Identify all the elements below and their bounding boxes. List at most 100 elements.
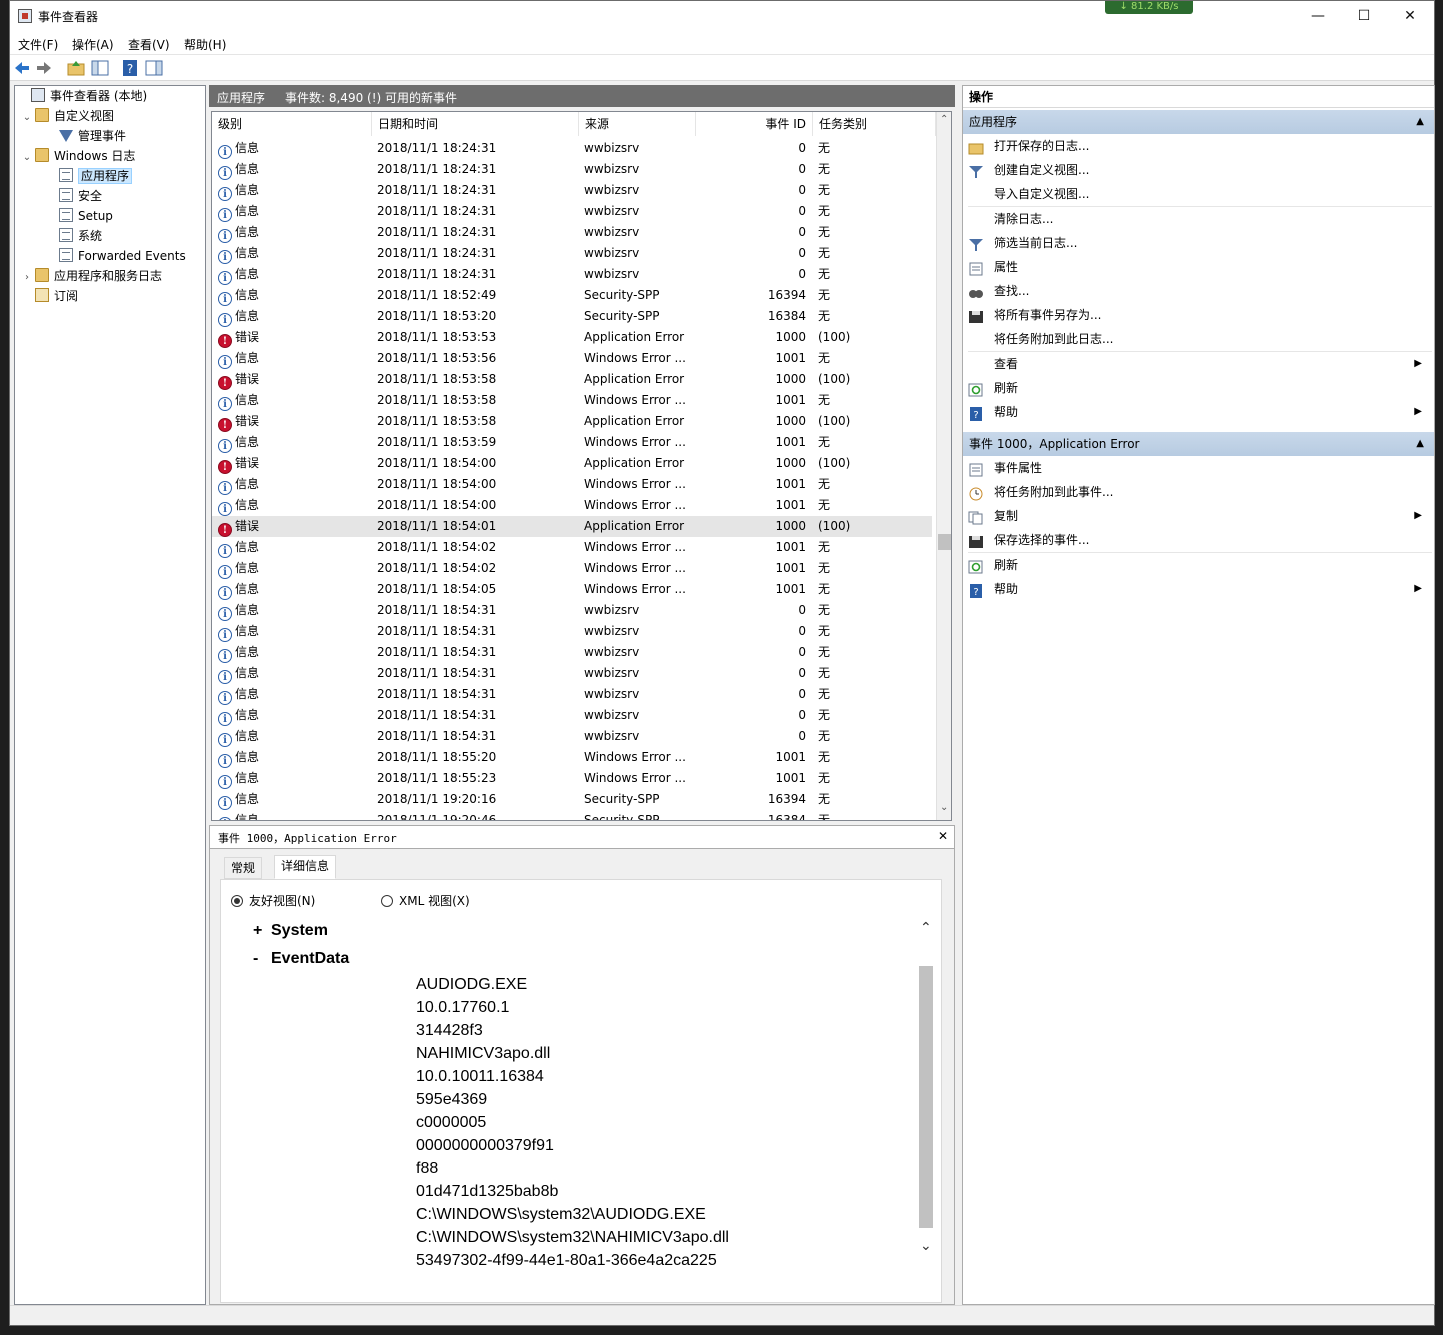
tree-node-root[interactable]: 事件查看器 (本地) bbox=[17, 86, 147, 106]
minimize-button[interactable]: — bbox=[1295, 1, 1341, 31]
actions-section-application[interactable]: 应用程序 ▲ bbox=[963, 110, 1434, 134]
table-row[interactable]: i 信息 2018/11/1 18:54:31 wwbizsrv 0 无 bbox=[212, 663, 932, 684]
show-hide-tree-icon[interactable] bbox=[91, 59, 109, 77]
table-row[interactable]: i 信息 2018/11/1 18:24:31 wwbizsrv 0 无 bbox=[212, 243, 932, 264]
table-row[interactable]: i 信息 2018/11/1 18:52:49 Security-SPP 16394 无 bbox=[212, 285, 932, 306]
table-row[interactable]: i 信息 2018/11/1 18:24:31 wwbizsrv 0 无 bbox=[212, 159, 932, 180]
tree-node-security[interactable]: 安全 bbox=[59, 186, 102, 206]
table-row[interactable]: ! 错误 2018/11/1 18:53:58 Application Error 10… bbox=[212, 369, 932, 390]
tree-node-windows-logs[interactable]: ⌄ Windows 日志 bbox=[21, 146, 135, 166]
eventdata-collapse-toggle[interactable]: - bbox=[253, 950, 258, 968]
table-row[interactable]: i 信息 2018/11/1 18:53:20 Security-SPP 16384 无 bbox=[212, 306, 932, 327]
eventdata-section-label[interactable]: EventData bbox=[271, 950, 349, 968]
tree-node-custom-views[interactable]: ⌄ 自定义视图 bbox=[21, 106, 114, 126]
tab-details[interactable]: 详细信息 bbox=[274, 855, 337, 879]
table-row[interactable]: i 信息 2018/11/1 18:53:58 Windows Error ... 10… bbox=[212, 390, 932, 411]
detail-close-icon[interactable]: ✕ bbox=[938, 829, 948, 843]
forward-arrow-icon[interactable] bbox=[35, 59, 53, 77]
menu-view[interactable]: 查看(V) bbox=[128, 36, 170, 53]
table-row[interactable]: ! 错误 2018/11/1 18:54:00 Application Error 10… bbox=[212, 453, 932, 474]
table-row[interactable]: i 信息 2018/11/1 18:54:31 wwbizsrv 0 无 bbox=[212, 621, 932, 642]
table-row[interactable]: i 信息 2018/11/1 18:54:31 wwbizsrv 0 无 bbox=[212, 642, 932, 663]
scroll-thumb[interactable] bbox=[919, 966, 933, 1228]
table-row[interactable]: i 信息 2018/11/1 18:53:56 Windows Error ... 10… bbox=[212, 348, 932, 369]
action-items1-0[interactable]: 打开保存的日志... bbox=[968, 134, 1432, 158]
action-items2-0[interactable]: 事件属性 bbox=[968, 456, 1432, 480]
folder-up-icon[interactable] bbox=[67, 59, 85, 77]
action-items2-3[interactable]: 保存选择的事件... bbox=[968, 528, 1432, 552]
grid-scrollbar[interactable]: ⌃ ⌄ bbox=[936, 112, 951, 820]
table-row[interactable]: i 信息 2018/11/1 18:54:31 wwbizsrv 0 无 bbox=[212, 726, 932, 747]
collapse-chevron-icon[interactable]: ⌄ bbox=[21, 148, 33, 168]
column-header-task-category[interactable]: 任务类别 bbox=[813, 112, 936, 136]
scroll-down-icon[interactable]: ⌄ bbox=[940, 802, 948, 813]
column-header-event-id[interactable]: 事件 ID bbox=[696, 112, 813, 136]
table-row[interactable]: i 信息 2018/11/1 18:24:31 wwbizsrv 0 无 bbox=[212, 222, 932, 243]
help-icon[interactable]: ? bbox=[121, 59, 139, 77]
collapse-chevron-icon[interactable]: ⌄ bbox=[21, 108, 33, 128]
column-header-source[interactable]: 来源 bbox=[579, 112, 696, 136]
table-row[interactable]: i 信息 2018/11/1 18:54:02 Windows Error ... 10… bbox=[212, 537, 932, 558]
action-items1-3[interactable]: 清除日志... bbox=[968, 207, 1432, 231]
show-hide-action-pane-icon[interactable] bbox=[145, 59, 163, 77]
table-row[interactable]: i 信息 2018/11/1 18:54:02 Windows Error ... 10… bbox=[212, 558, 932, 579]
table-row[interactable]: i 信息 2018/11/1 18:54:05 Windows Error ... 10… bbox=[212, 579, 932, 600]
scroll-thumb[interactable] bbox=[938, 534, 951, 550]
scroll-down-icon[interactable]: ⌄ bbox=[920, 1238, 932, 1254]
tab-general[interactable]: 常规 bbox=[224, 857, 263, 879]
table-row[interactable]: ! 错误 2018/11/1 18:54:01 Application Error 10… bbox=[212, 516, 932, 537]
action-items1-7[interactable]: 将所有事件另存为... bbox=[968, 303, 1432, 327]
expand-chevron-icon[interactable]: › bbox=[21, 268, 33, 288]
table-row[interactable]: i 信息 2018/11/1 18:24:31 wwbizsrv 0 无 bbox=[212, 138, 932, 159]
table-row[interactable]: i 信息 2018/11/1 18:24:31 wwbizsrv 0 无 bbox=[212, 201, 932, 222]
table-row[interactable]: ! 错误 2018/11/1 18:53:58 Application Error 10… bbox=[212, 411, 932, 432]
action-items1-8[interactable]: 将任务附加到此日志... bbox=[968, 327, 1432, 351]
action-items1-5[interactable]: 属性 bbox=[968, 255, 1432, 279]
tree-node-application[interactable]: 应用程序 bbox=[59, 166, 133, 186]
tree-node-subscriptions[interactable]: 订阅 bbox=[21, 286, 78, 306]
radio-xml-view[interactable]: XML 视图(X) bbox=[381, 892, 470, 909]
action-items1-1[interactable]: 创建自定义视图... bbox=[968, 158, 1432, 182]
tree-node-admin-events[interactable]: 管理事件 bbox=[59, 126, 126, 146]
maximize-button[interactable]: ☐ bbox=[1341, 1, 1387, 31]
action-items2-2[interactable]: 复制 ▶ bbox=[968, 504, 1432, 528]
menu-file[interactable]: 文件(F) bbox=[18, 36, 58, 53]
action-items1-6[interactable]: 查找... bbox=[968, 279, 1432, 303]
action-items1-2[interactable]: 导入自定义视图... bbox=[968, 182, 1432, 206]
back-arrow-icon[interactable] bbox=[13, 59, 31, 77]
collapse-triangle-icon[interactable]: ▲ bbox=[1416, 110, 1424, 134]
table-row[interactable]: i 信息 2018/11/1 18:54:31 wwbizsrv 0 无 bbox=[212, 600, 932, 621]
action-items2-1[interactable]: 将任务附加到此事件... bbox=[968, 480, 1432, 504]
radio-friendly-view[interactable]: 友好视图(N) bbox=[231, 892, 315, 909]
menu-help[interactable]: 帮助(H) bbox=[184, 36, 226, 53]
action-items2-4[interactable]: 刷新 bbox=[968, 553, 1432, 577]
close-button[interactable]: ✕ bbox=[1387, 1, 1433, 31]
table-row[interactable]: i 信息 2018/11/1 18:55:20 Windows Error ... 10… bbox=[212, 747, 932, 768]
system-expand-toggle[interactable]: + bbox=[253, 922, 262, 940]
column-header-level[interactable]: 级别 bbox=[212, 112, 372, 136]
system-section-label[interactable]: System bbox=[271, 922, 328, 940]
tree-node-system[interactable]: 系统 bbox=[59, 226, 102, 246]
scroll-up-icon[interactable]: ⌃ bbox=[920, 920, 932, 936]
table-row[interactable]: i信息 2018/11/1 19:20:46 Security-SPP 16384 无 bbox=[212, 810, 932, 820]
collapse-triangle-icon[interactable]: ▲ bbox=[1416, 432, 1424, 456]
table-row[interactable]: i 信息 2018/11/1 18:54:31 wwbizsrv 0 无 bbox=[212, 684, 932, 705]
table-row[interactable]: ! 错误 2018/11/1 18:53:53 Application Error 10… bbox=[212, 327, 932, 348]
table-row[interactable]: i 信息 2018/11/1 19:20:16 Security-SPP 16394 无 bbox=[212, 789, 932, 810]
tree-node-app-service-logs[interactable]: › 应用程序和服务日志 bbox=[21, 266, 162, 286]
actions-section-event[interactable]: 事件 1000，Application Error ▲ bbox=[963, 432, 1434, 456]
table-row[interactable]: i 信息 2018/11/1 18:24:31 wwbizsrv 0 无 bbox=[212, 180, 932, 201]
action-items2-5[interactable]: ? 帮助 ▶ bbox=[968, 577, 1432, 601]
action-items1-4[interactable]: 筛选当前日志... bbox=[968, 231, 1432, 255]
table-row[interactable]: i 信息 2018/11/1 18:54:00 Windows Error ... 10… bbox=[212, 474, 932, 495]
table-row[interactable]: i 信息 2018/11/1 18:54:00 Windows Error ... 10… bbox=[212, 495, 932, 516]
scroll-up-icon[interactable]: ⌃ bbox=[940, 114, 948, 125]
action-items1-10[interactable]: 刷新 bbox=[968, 376, 1432, 400]
table-row[interactable]: i 信息 2018/11/1 18:53:59 Windows Error ... 10… bbox=[212, 432, 932, 453]
tree-node-setup[interactable]: Setup bbox=[59, 206, 113, 226]
detail-scrollbar[interactable]: ⌃ ⌄ bbox=[918, 920, 936, 1272]
table-row[interactable]: i 信息 2018/11/1 18:24:31 wwbizsrv 0 无 bbox=[212, 264, 932, 285]
table-row[interactable]: i 信息 2018/11/1 18:54:31 wwbizsrv 0 无 bbox=[212, 705, 932, 726]
menu-action[interactable]: 操作(A) bbox=[72, 36, 114, 53]
action-items1-9[interactable]: 查看 ▶ bbox=[968, 352, 1432, 376]
